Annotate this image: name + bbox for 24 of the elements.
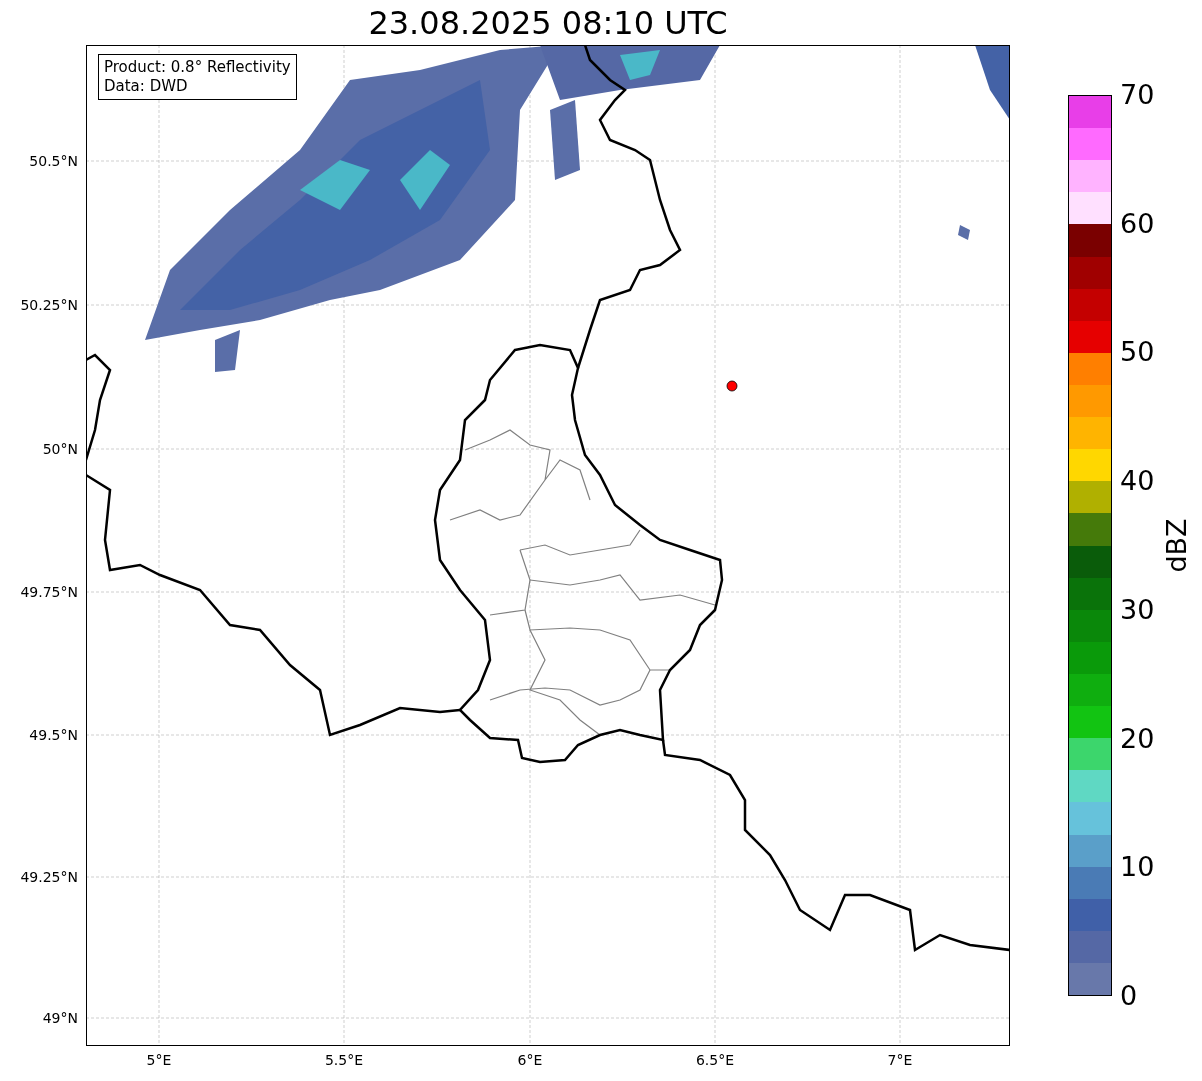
longitude-label: 7°E (887, 1052, 913, 1068)
colorbar-tick-label: 10 (1120, 851, 1155, 884)
latitude-label: 50°N (42, 440, 78, 458)
latitude-label: 49.5°N (29, 726, 78, 744)
colorbar-tick-label: 40 (1120, 465, 1155, 498)
colorbar-tick-label: 60 (1120, 207, 1155, 240)
colorbar-tick-label: 30 (1120, 593, 1155, 626)
colorbar-tick-label: 70 (1120, 79, 1155, 111)
latitude-label: 49.75°N (20, 583, 78, 601)
longitude-label: 5°E (146, 1052, 172, 1068)
info-text: Product: 0.8° Reflectivity (104, 58, 291, 77)
info-text: Data: DWD (104, 77, 189, 96)
colorbar-tick-label: 20 (1120, 722, 1155, 755)
colorbar-tick-label: 50 (1120, 336, 1155, 369)
longitude-label: 5.5°E (324, 1052, 364, 1068)
map-title: 23.08.2025 08:10 UTC (368, 3, 728, 44)
longitude-label: 6.5°E (695, 1052, 735, 1068)
latitude-label: 49.25°N (20, 868, 78, 886)
longitude-label: 6°E (517, 1052, 543, 1068)
latitude-label: 49°N (42, 1009, 78, 1027)
colorbar-tick-label: 0 (1120, 979, 1139, 1012)
colorbar-label: dBZ (1160, 518, 1192, 573)
latitude-label: 50.5°N (29, 152, 78, 170)
latitude-label: 50.25°N (20, 296, 78, 314)
